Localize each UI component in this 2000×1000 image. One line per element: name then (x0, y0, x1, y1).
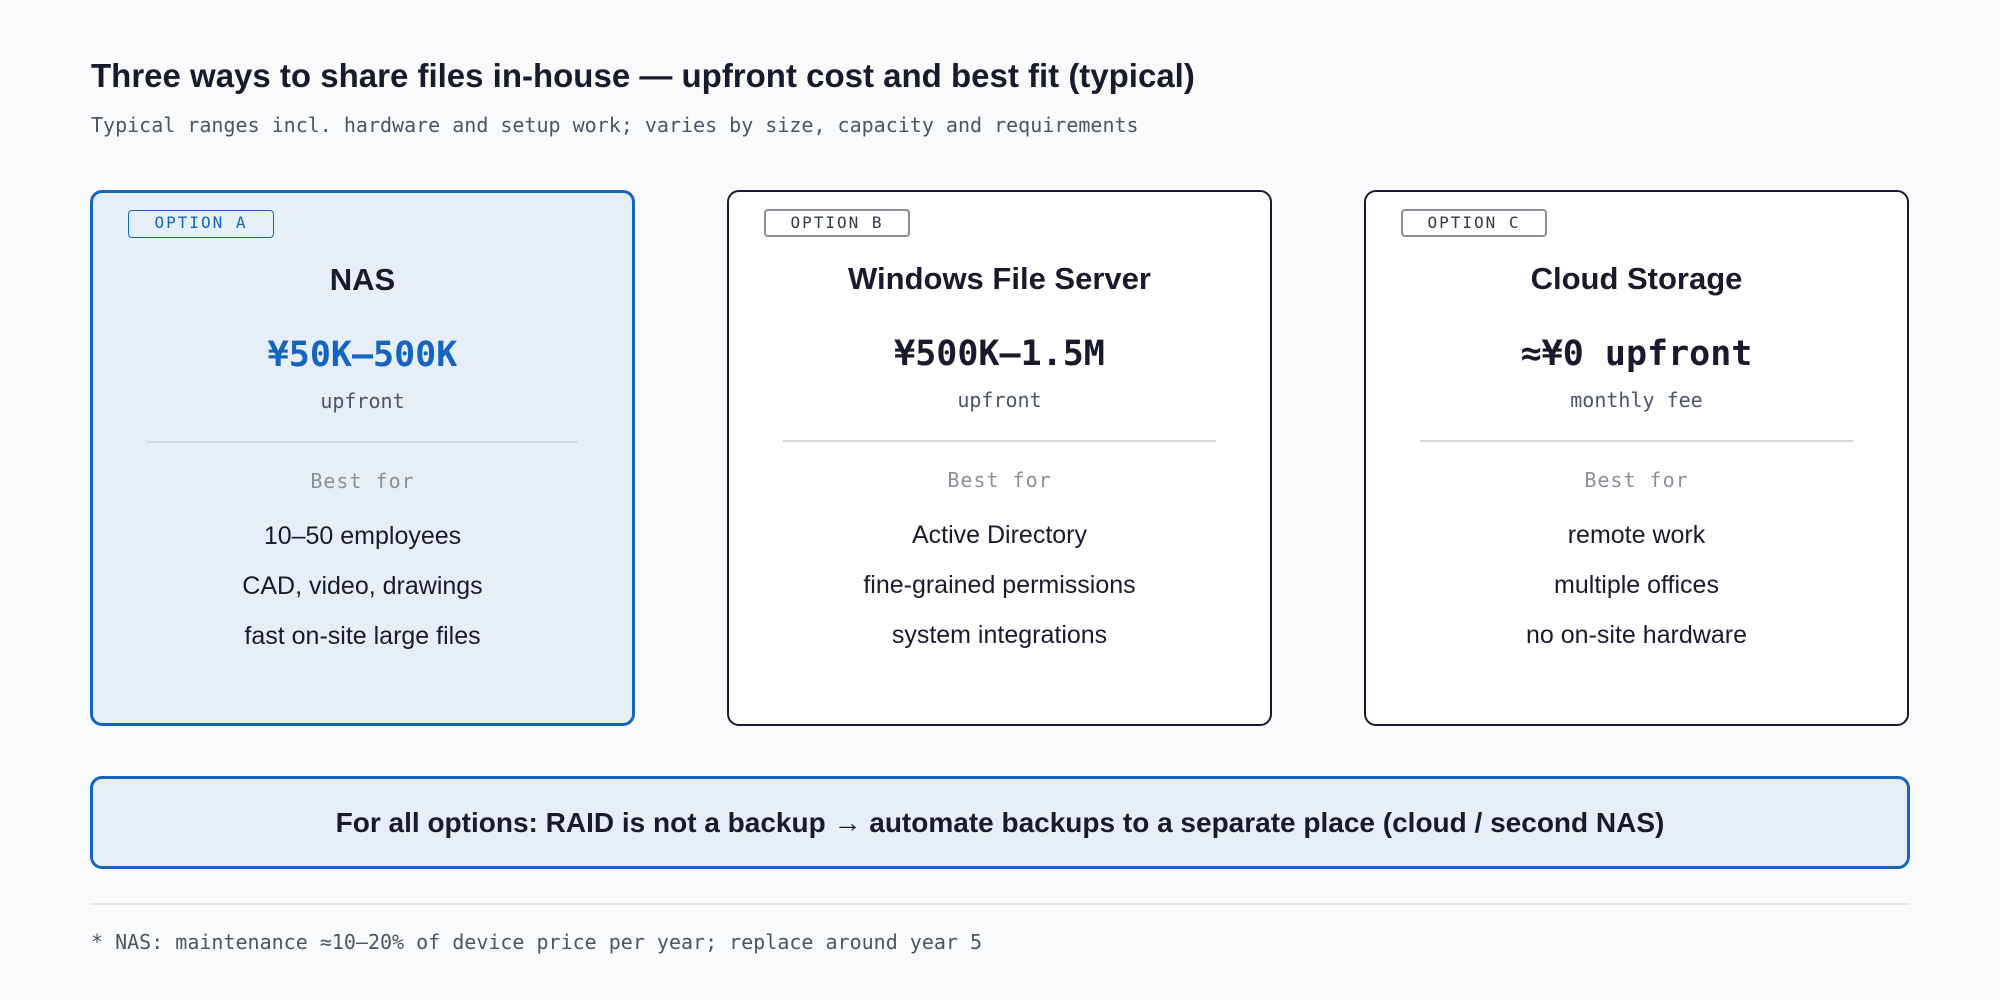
option-card-windows-file-server: OPTION B Windows File Server ¥500K–1.5M … (727, 190, 1272, 726)
option-card-nas: OPTION A NAS ¥50K–500K upfront Best for … (90, 190, 635, 726)
best-for-item: multiple offices (1554, 571, 1719, 599)
option-card-cloud-storage: OPTION C Cloud Storage ≈¥0 upfront month… (1364, 190, 1909, 726)
option-name: NAS (329, 262, 396, 297)
option-price: ¥500K–1.5M (894, 334, 1105, 374)
option-price: ¥50K–500K (267, 335, 458, 375)
page-title: Three ways to share files in-house — upf… (91, 57, 1195, 94)
best-for-list: remote work multiple offices no on-site … (1366, 510, 1907, 660)
option-price: ≈¥0 upfront (1520, 334, 1753, 374)
best-for-label: Best for (310, 469, 415, 493)
option-price-note: upfront (957, 388, 1042, 412)
best-for-item: fine-grained permissions (863, 571, 1136, 599)
best-for-item: 10–50 employees (263, 522, 462, 550)
banner-text: For all options: RAID is not a backup → … (335, 806, 1665, 838)
page-subtitle: Typical ranges incl. hardware and setup … (91, 113, 1139, 137)
option-price-note: upfront (320, 389, 405, 413)
option-name: Windows File Server (848, 261, 1151, 296)
card-divider (783, 440, 1216, 442)
best-for-label: Best for (1584, 468, 1689, 492)
card-divider (1420, 440, 1853, 442)
best-for-item: no on-site hardware (1526, 621, 1747, 649)
footer-divider (90, 903, 1910, 905)
option-tag: OPTION B (764, 209, 910, 237)
backup-warning-banner: For all options: RAID is not a backup → … (90, 776, 1910, 869)
best-for-item: CAD, video, drawings (242, 572, 483, 600)
best-for-item: Active Directory (911, 521, 1088, 549)
option-price-note: monthly fee (1570, 388, 1703, 412)
best-for-list: 10–50 employees CAD, video, drawings fas… (93, 511, 632, 661)
option-tag: OPTION A (128, 210, 274, 238)
best-for-item: remote work (1567, 521, 1706, 549)
best-for-list: Active Directory fine-grained permission… (729, 510, 1270, 660)
footnote: * NAS: maintenance ≈10–20% of device pri… (91, 930, 983, 954)
best-for-label: Best for (947, 468, 1052, 492)
option-tag: OPTION C (1401, 209, 1547, 237)
best-for-item: system integrations (891, 621, 1108, 649)
best-for-item: fast on-site large files (244, 622, 481, 650)
card-divider (147, 441, 578, 443)
option-name: Cloud Storage (1530, 261, 1743, 296)
